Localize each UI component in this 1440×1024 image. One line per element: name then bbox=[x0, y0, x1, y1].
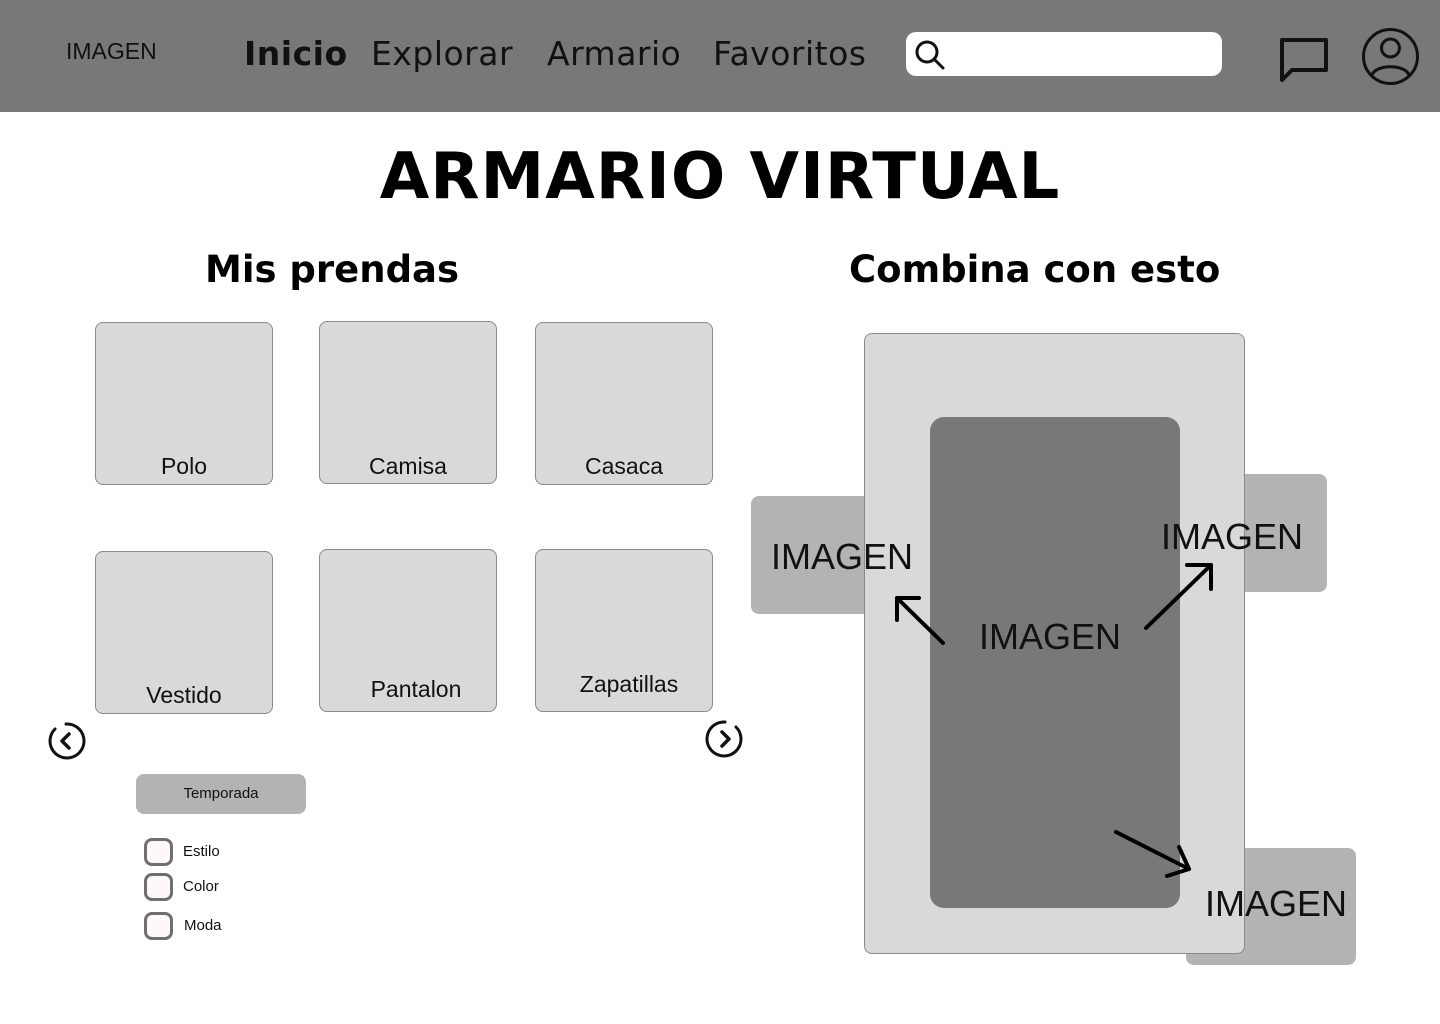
user-profile-icon[interactable] bbox=[1361, 27, 1420, 86]
garment-label: Casaca bbox=[585, 453, 663, 479]
search-input[interactable] bbox=[950, 36, 1212, 72]
combine-title: Combina con esto bbox=[849, 248, 1221, 291]
garment-label: Zapatillas bbox=[579, 671, 679, 697]
center-image-placeholder: IMAGEN bbox=[979, 616, 1122, 657]
search-icon[interactable] bbox=[914, 39, 946, 71]
search-bar[interactable] bbox=[906, 32, 1222, 76]
nav-item-inicio[interactable]: Inicio bbox=[244, 34, 348, 73]
garment-label: Pantalon bbox=[370, 676, 462, 702]
garment-card-casaca[interactable]: Casaca bbox=[535, 322, 713, 485]
garment-card-zapatillas[interactable]: Zapatillas bbox=[535, 549, 713, 712]
garment-label: Camisa bbox=[369, 453, 447, 479]
nav-item-favoritos[interactable]: Favoritos bbox=[713, 34, 866, 73]
garment-card-polo[interactable]: Polo bbox=[95, 322, 273, 485]
garment-card-vestido[interactable]: Vestido bbox=[95, 551, 273, 714]
nav-item-armario[interactable]: Armario bbox=[547, 34, 681, 73]
garment-card-pantalon[interactable]: Pantalon bbox=[319, 549, 497, 712]
right-image-placeholder: IMAGEN bbox=[1161, 516, 1304, 557]
filter-label: Moda bbox=[184, 917, 222, 934]
filter-label: Estilo bbox=[183, 843, 220, 860]
garment-card-camisa[interactable]: Camisa bbox=[319, 321, 497, 484]
garment-label: Polo bbox=[160, 453, 208, 479]
nav-item-explorar[interactable]: Explorar bbox=[371, 34, 513, 73]
checkbox[interactable] bbox=[144, 873, 173, 901]
chevron-right-circle-icon[interactable] bbox=[705, 719, 745, 759]
message-icon[interactable] bbox=[1278, 34, 1330, 82]
filter-label: Color bbox=[183, 878, 219, 895]
checkbox[interactable] bbox=[144, 838, 173, 866]
wardrobe-title: Mis prendas bbox=[205, 248, 460, 291]
page-title: ARMARIO VIRTUAL bbox=[379, 140, 1061, 214]
bottom-image-placeholder: IMAGEN bbox=[1205, 883, 1348, 924]
logo-placeholder[interactable]: IMAGEN bbox=[66, 38, 157, 65]
season-filter-button[interactable]: Temporada bbox=[136, 774, 306, 814]
left-image-placeholder: IMAGEN bbox=[771, 536, 914, 577]
top-navigation-bar: IMAGEN Inicio Explorar Armario Favoritos bbox=[0, 0, 1440, 112]
garment-label: Vestido bbox=[146, 682, 222, 708]
main-outfit-image[interactable] bbox=[930, 417, 1180, 908]
checkbox[interactable] bbox=[144, 912, 173, 940]
chevron-left-circle-icon[interactable] bbox=[46, 721, 86, 761]
